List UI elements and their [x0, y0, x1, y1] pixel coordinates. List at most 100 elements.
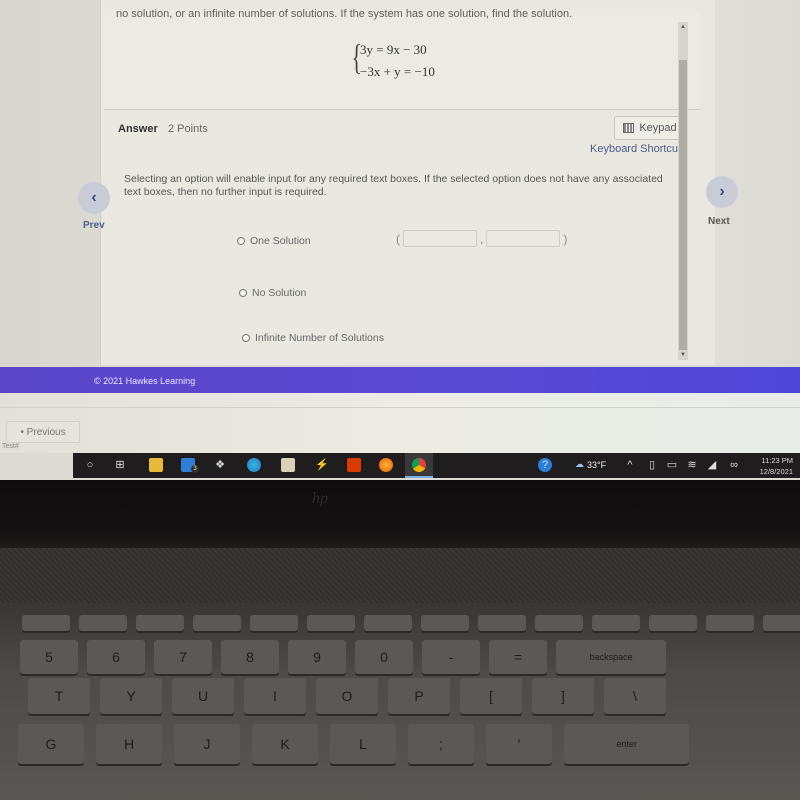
task-view-icon[interactable]: ⊞ [113, 458, 127, 472]
key-I: I [244, 678, 306, 714]
time: 11:23 PM [761, 456, 793, 465]
key-9: 9 [288, 640, 346, 674]
x-coordinate-input[interactable] [403, 230, 477, 247]
open-paren: ( [396, 231, 400, 246]
key-T: T [28, 678, 90, 714]
function-key [79, 615, 127, 631]
hp-logo: hp [312, 490, 328, 507]
edge-icon[interactable] [247, 458, 261, 472]
function-key [421, 615, 469, 631]
function-key [478, 615, 526, 631]
question-panel: no solution, or an infinite number of so… [104, 9, 700, 110]
help-icon[interactable]: ? [538, 458, 552, 472]
key-O: O [316, 678, 378, 714]
answer-panel: Answer 2 Points Keypad Keyboard Shortcut… [104, 112, 687, 362]
firefox-icon[interactable] [379, 458, 393, 472]
store-icon[interactable] [281, 458, 295, 472]
key-: ] [532, 678, 594, 714]
chrome-icon[interactable] [412, 458, 426, 472]
cloud-icon: ☁ [575, 459, 584, 469]
keypad-label: Keypad [639, 122, 677, 134]
chevron-left-icon: ‹ [91, 189, 97, 206]
chevron-up-icon[interactable]: ^ [623, 458, 637, 472]
key-: ; [408, 724, 474, 764]
test-label: Test# [0, 443, 21, 450]
option-label: One Solution [250, 235, 311, 247]
option-label: No Solution [252, 287, 307, 299]
next-button[interactable]: › [706, 176, 738, 208]
system-clock[interactable]: 11:23 PM 12/8/2021 [743, 455, 793, 477]
prev-label[interactable]: Prev [83, 220, 105, 231]
device-icon[interactable]: ▯ [645, 458, 659, 472]
answer-label: Answer [118, 123, 158, 135]
option-label: Infinite Number of Solutions [255, 332, 384, 344]
weather-widget[interactable]: ☁ 33°F [575, 459, 606, 470]
function-key [364, 615, 412, 631]
key-J: J [174, 724, 240, 764]
key-6: 6 [87, 640, 145, 674]
file-explorer-icon[interactable] [149, 458, 163, 472]
key-backspace: backspace [556, 640, 667, 674]
key-: \ [604, 678, 666, 714]
chevron-right-icon: › [719, 183, 725, 200]
search-icon[interactable]: ○ [83, 458, 97, 472]
key-Y: Y [100, 678, 162, 714]
instructions-text: Selecting an option will enable input fo… [124, 173, 663, 198]
wifi-icon[interactable]: ◢ [705, 458, 719, 472]
speaker-grille [0, 548, 800, 603]
link-icon[interactable]: ∞ [727, 458, 741, 472]
key-H: H [96, 724, 162, 764]
key-: = [489, 640, 547, 674]
scroll-thumb[interactable] [679, 60, 687, 350]
option-infinite-solutions[interactable]: Infinite Number of Solutions [242, 332, 384, 344]
office-icon[interactable] [347, 458, 361, 472]
points-label: 2 Points [168, 123, 208, 135]
laptop-body: hp 5 6 7 8 9 0- = backspace T Y U I O P [] \ G H J K L; ' ente… [0, 480, 800, 800]
dropbox-icon[interactable]: ❖ [213, 458, 227, 472]
function-key [763, 615, 800, 631]
app-icon[interactable]: ⚡ [315, 458, 329, 472]
key-G: G [18, 724, 84, 764]
divider [0, 407, 800, 408]
key-8: 8 [221, 640, 279, 674]
option-no-solution[interactable]: No Solution [239, 287, 306, 299]
key-0: 0 [355, 640, 413, 674]
key-7: 7 [154, 640, 212, 674]
function-key [250, 615, 298, 631]
scroll-up-arrow-icon[interactable]: ▲ [678, 22, 688, 32]
function-key [592, 615, 640, 631]
mail-badge: 3 [191, 465, 199, 473]
function-key [649, 615, 697, 631]
battery-icon[interactable]: ▭ [665, 458, 679, 472]
key-: [ [460, 678, 522, 714]
temperature: 33°F [587, 459, 607, 470]
browser-screen: no solution, or an infinite number of so… [0, 0, 800, 480]
question-text: no solution, or an infinite number of so… [116, 9, 573, 20]
key-P: P [388, 678, 450, 714]
option-one-solution[interactable]: One Solution [237, 235, 311, 247]
network-icon[interactable]: ≋ [685, 458, 699, 472]
function-key [307, 615, 355, 631]
key-: ' [486, 724, 552, 764]
key-enter: enter [564, 724, 690, 764]
key-K: K [252, 724, 318, 764]
y-coordinate-input[interactable] [486, 230, 561, 247]
next-label[interactable]: Next [708, 216, 730, 227]
prev-button[interactable]: ‹ [78, 182, 110, 214]
close-paren: ) [563, 231, 568, 246]
windows-taskbar: ○ ⊞ 3 ❖ ⚡ ? ☁ 33°F ^ ▯ ▭ ≋ ◢ ∞ 11:23 PM … [73, 453, 800, 478]
keypad-button[interactable]: Keypad [614, 116, 686, 140]
previous-button[interactable]: • Previous [6, 421, 80, 443]
scroll-down-arrow-icon[interactable]: ▼ [678, 350, 688, 360]
copyright-text: © 2021 Hawkes Learning [94, 376, 196, 386]
key-L: L [330, 724, 396, 764]
radio-button[interactable] [237, 237, 245, 245]
equation-1: 3y = 9x − 30 [360, 42, 427, 57]
radio-button[interactable] [239, 289, 247, 297]
date: 12/8/2021 [759, 467, 793, 476]
radio-button[interactable] [242, 334, 250, 342]
function-key [535, 615, 583, 631]
key-: - [422, 640, 480, 674]
scrollbar[interactable]: ▲ ▼ [678, 22, 688, 360]
keyboard-shortcuts-link[interactable]: Keyboard Shortcuts [590, 143, 687, 155]
